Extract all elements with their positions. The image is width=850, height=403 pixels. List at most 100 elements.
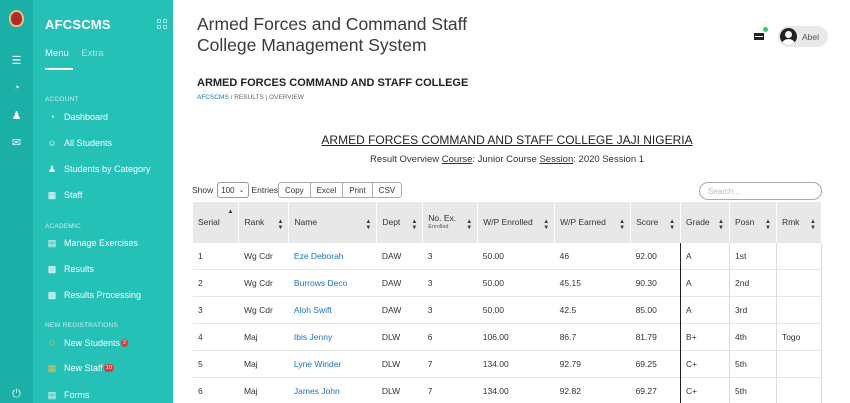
section-account: ACCOUNT bbox=[45, 96, 79, 103]
cell-score: 90.30 bbox=[630, 268, 681, 296]
college-crest-logo bbox=[9, 10, 24, 27]
cell-serial: 1 bbox=[193, 241, 239, 269]
search-input[interactable] bbox=[699, 182, 822, 200]
app-title-line-1: Armed Forces and Command Staff bbox=[197, 14, 468, 34]
report-sub-prefix: Result Overview bbox=[369, 154, 442, 165]
sidebar-item-label: New Staff bbox=[64, 363, 103, 373]
column-header-rmk[interactable]: Rmk ▲ ▼ bbox=[776, 202, 823, 242]
entries-value: 100 bbox=[221, 185, 235, 195]
dashboard-icon[interactable]: ◔ bbox=[0, 82, 33, 94]
session-label: Session bbox=[539, 154, 574, 165]
cell-name[interactable]: Burrows Deco bbox=[288, 268, 377, 296]
id-card-icon: ▦ bbox=[47, 189, 57, 200]
new-students-count-badge: 2 bbox=[121, 339, 129, 347]
sidebar-item-label: Results Processing bbox=[64, 290, 142, 300]
cell-wp-enrolled: 50.00 bbox=[477, 241, 555, 269]
cell-dept: DLW bbox=[376, 322, 423, 350]
course-label: Course bbox=[441, 154, 473, 165]
cell-rank: Wg Cdr bbox=[238, 241, 289, 269]
excel-button[interactable]: Excel bbox=[309, 182, 344, 198]
cell-rmk bbox=[775, 268, 823, 296]
cell-no-ex: 3 bbox=[422, 268, 478, 296]
cell-score: 81.79 bbox=[630, 322, 681, 350]
cell-serial: 3 bbox=[193, 295, 239, 323]
cell-name[interactable]: Aloh Swift bbox=[288, 295, 377, 323]
sidebar-item-new-students[interactable]: ☺ New Students 2 bbox=[45, 336, 129, 350]
course-value: : Junior Course bbox=[472, 154, 540, 165]
print-button[interactable]: Print bbox=[342, 182, 373, 198]
cell-wp-earned: 92.79 bbox=[554, 349, 631, 377]
cell-rmk bbox=[775, 349, 823, 377]
tab-extra[interactable]: Extra bbox=[81, 48, 103, 59]
cell-name[interactable]: Ibis Jenny bbox=[288, 322, 377, 350]
cell-grade: A bbox=[680, 241, 730, 269]
report-title: ARMED FORCES COMMAND AND STAFF COLLEGE J… bbox=[321, 133, 693, 147]
cell-grade: A bbox=[680, 268, 730, 296]
cell-posn: 2nd bbox=[729, 268, 777, 296]
column-header-wp-earned[interactable]: W/P Earned ▲ ▼ bbox=[554, 202, 632, 242]
power-icon[interactable]: ⏻ bbox=[0, 388, 33, 401]
sidebar-item-all-students[interactable]: ☺ All Students bbox=[45, 136, 112, 150]
csv-button[interactable]: CSV bbox=[371, 182, 403, 198]
column-header-serial[interactable]: Serial ▲ bbox=[193, 202, 240, 242]
avatar bbox=[779, 28, 797, 45]
sort-icon: ▲ ▼ bbox=[543, 219, 550, 231]
mail-icon[interactable] bbox=[753, 27, 768, 40]
sidebar-item-label: Results bbox=[64, 264, 95, 274]
user-icon[interactable]: ♟ bbox=[0, 109, 33, 122]
new-staff-count-badge: 10 bbox=[103, 364, 114, 372]
cell-wp-enrolled: 106.00 bbox=[477, 322, 555, 350]
column-header-grade[interactable]: Grade ▲ ▼ bbox=[680, 202, 730, 242]
sidebar-item-students-by-category[interactable]: ♟ Students by Category bbox=[45, 162, 151, 176]
menu-icon[interactable]: ☰ bbox=[0, 54, 33, 67]
column-header-dept[interactable]: Dept ▲ ▼ bbox=[376, 202, 424, 242]
sidebar-item-results-processing[interactable]: ▩ Results Processing bbox=[45, 288, 141, 302]
cell-no-ex: 6 bbox=[422, 322, 478, 350]
column-header-posn[interactable]: Posn ▲ ▼ bbox=[729, 202, 777, 242]
sort-icon: ▲ ▼ bbox=[765, 219, 771, 231]
cell-wp-enrolled: 134.00 bbox=[477, 376, 555, 403]
sort-icon: ▲ ▼ bbox=[619, 219, 626, 231]
cell-wp-earned: 45.15 bbox=[554, 268, 631, 296]
entries-select[interactable]: 100 ⌄ bbox=[217, 182, 249, 198]
sort-icon: ▲ ▼ bbox=[810, 219, 816, 231]
column-header-name[interactable]: Name ▲ ▼ bbox=[288, 202, 378, 242]
sidebar-item-forms[interactable]: ▤ Forms bbox=[45, 388, 90, 402]
grid-icon[interactable] bbox=[157, 19, 167, 29]
copy-button[interactable]: Copy bbox=[277, 182, 311, 198]
brand-name[interactable]: AFCSCMS bbox=[45, 17, 111, 32]
user-menu[interactable]: Abel bbox=[777, 26, 828, 47]
cell-name[interactable]: Eze Deborah bbox=[288, 241, 377, 269]
sidebar-item-results[interactable]: ▩ Results bbox=[45, 262, 94, 276]
breadcrumb: AFCSCMS / RESULTS | OVERVIEW bbox=[197, 94, 304, 101]
sort-icon: ▲ ▼ bbox=[669, 219, 676, 231]
sidebar-item-dashboard[interactable]: ◔ Dashboard bbox=[45, 110, 108, 124]
id-card-icon: ▦ bbox=[47, 362, 57, 373]
column-header-rank[interactable]: Rank ▲ ▼ bbox=[238, 202, 290, 242]
section-new-registrations: NEW REGISTRATIONS bbox=[45, 322, 118, 329]
column-header-wp-enrolled[interactable]: W/P Enrolled ▲ ▼ bbox=[477, 202, 556, 242]
breadcrumb-current: RESULTS | OVERVIEW bbox=[234, 94, 304, 101]
cell-name[interactable]: James John bbox=[288, 376, 377, 403]
cell-wp-enrolled: 50.00 bbox=[477, 268, 555, 296]
cell-dept: DAW bbox=[376, 295, 423, 323]
section-academic: ACADEMIC bbox=[45, 223, 81, 230]
breadcrumb-home-link[interactable]: AFCSCMS bbox=[197, 94, 229, 101]
cell-name[interactable]: Lyne Winder bbox=[288, 349, 377, 377]
sidebar-item-label: Staff bbox=[64, 190, 83, 200]
sort-icon: ▲ ▼ bbox=[466, 219, 473, 231]
sidebar-item-new-staff[interactable]: ▦ New Staff 10 bbox=[45, 361, 114, 375]
form-icon: ▤ bbox=[47, 389, 57, 400]
cell-rank: Wg Cdr bbox=[238, 295, 289, 323]
report-subtitle: Result Overview Course: Junior Course Se… bbox=[197, 154, 817, 165]
cell-grade: C+ bbox=[680, 376, 730, 403]
table-row: 5 Maj Lyne Winder DLW 7 134.00 92.79 69.25 C+ 5th bbox=[193, 349, 823, 377]
bar-chart-icon: ▩ bbox=[47, 263, 57, 274]
column-header-no-ex[interactable]: No. Ex. Enrolled ▲ ▼ bbox=[422, 202, 479, 242]
mail-icon[interactable]: ✉ bbox=[0, 136, 33, 149]
tab-menu[interactable]: Menu bbox=[45, 48, 69, 59]
column-header-score[interactable]: Score ▲ ▼ bbox=[630, 202, 682, 242]
cell-wp-enrolled: 134.00 bbox=[477, 349, 555, 377]
sidebar-item-staff[interactable]: ▦ Staff bbox=[45, 188, 83, 202]
sidebar-item-manage-exercises[interactable]: ▤ Manage Exercises bbox=[45, 236, 138, 250]
